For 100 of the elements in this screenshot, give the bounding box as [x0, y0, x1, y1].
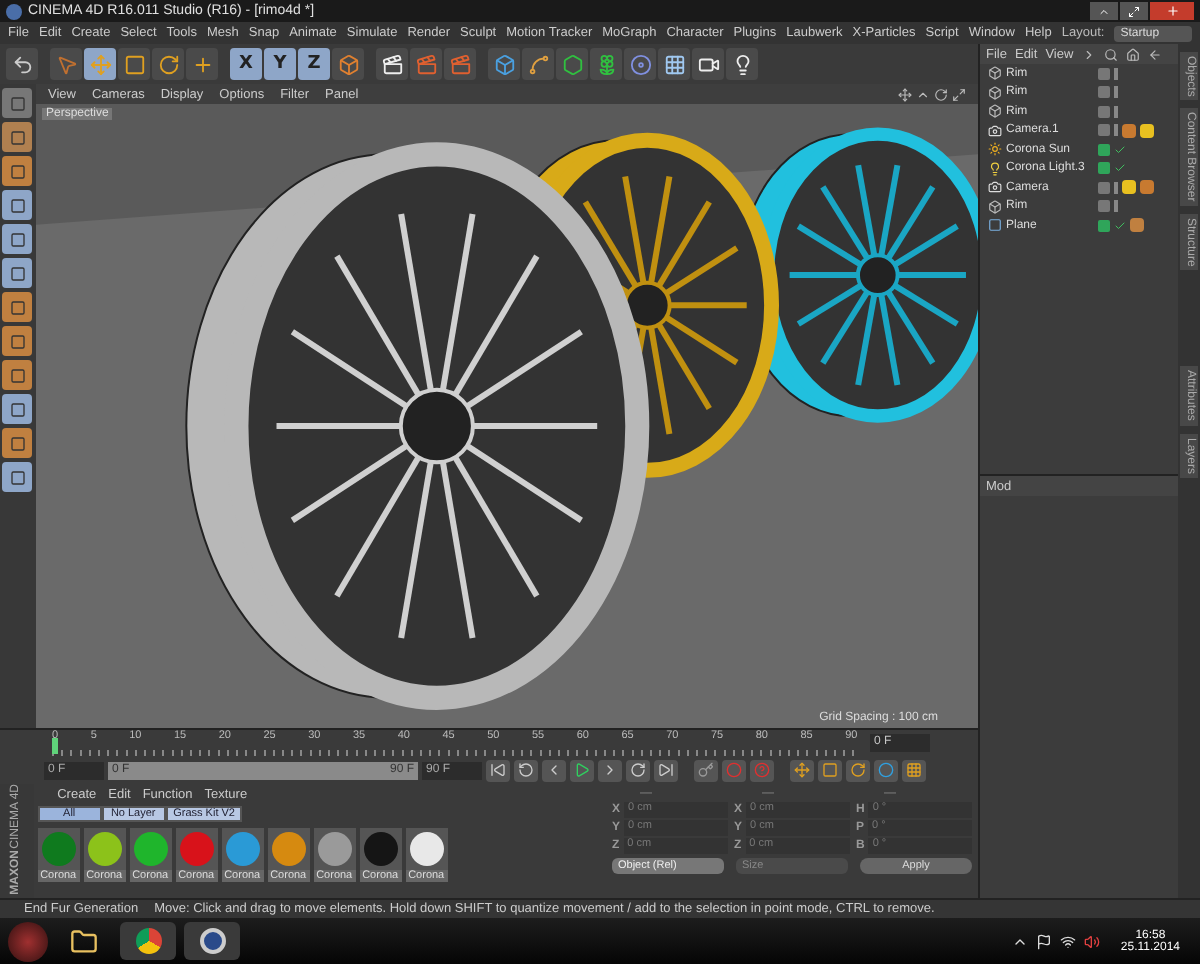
undo-button[interactable]: [6, 48, 38, 80]
play-button[interactable]: [570, 759, 594, 781]
object-type-icon: [988, 161, 1002, 176]
mode-button[interactable]: [2, 190, 32, 220]
mode-button[interactable]: [2, 462, 32, 492]
object-type-icon: [988, 123, 1002, 138]
mode-button[interactable]: [2, 156, 32, 186]
scale-key-button[interactable]: [818, 759, 842, 781]
maximize-icon: [952, 87, 966, 101]
search-icon: [1103, 47, 1118, 61]
zoom-icon: [916, 87, 930, 101]
mode-button[interactable]: [2, 326, 32, 356]
folder-icon: [70, 927, 98, 955]
scale-icon: [822, 762, 838, 778]
hexagon-icon: [561, 53, 583, 75]
go-to-start-button[interactable]: [486, 759, 510, 781]
mograph-button[interactable]: [590, 48, 622, 80]
render-view-button[interactable]: [376, 48, 408, 80]
mode-button[interactable]: [2, 360, 32, 390]
mode-button[interactable]: [2, 88, 32, 118]
tag-icon[interactable]: [1130, 218, 1144, 233]
mode-icon: [9, 95, 25, 111]
mode-button[interactable]: [2, 428, 32, 458]
previous-key-icon: [518, 762, 534, 778]
cinema-4d-taskbar-button[interactable]: [184, 922, 240, 960]
environment-button[interactable]: [658, 48, 690, 80]
mode-icon: [9, 265, 25, 281]
maximize-button[interactable]: [1120, 2, 1148, 20]
home-icon: [1125, 47, 1140, 61]
axis-lock-button[interactable]: X: [230, 48, 262, 80]
deformer-button[interactable]: [624, 48, 656, 80]
next-key-button[interactable]: [626, 759, 650, 781]
cursor-icon: [55, 53, 77, 75]
layer-checkbox[interactable]: [1098, 162, 1110, 175]
previous-frame-icon: [546, 762, 562, 778]
coordinate-system-button[interactable]: [332, 48, 364, 80]
start-button[interactable]: [8, 921, 48, 961]
object-type-icon: [988, 104, 1002, 119]
go-to-start-icon: [490, 762, 506, 778]
mode-button[interactable]: [2, 394, 32, 424]
undo-icon: [11, 53, 33, 75]
rotation-key-button[interactable]: [846, 759, 870, 781]
mode-button[interactable]: [2, 258, 32, 288]
add-tool-button[interactable]: [186, 48, 218, 80]
rotate-icon: [157, 53, 179, 75]
layer-checkbox[interactable]: [1098, 105, 1110, 118]
camera-icon: [697, 53, 719, 75]
record-button[interactable]: [694, 759, 718, 781]
layer-checkbox[interactable]: [1098, 67, 1110, 80]
mode-button[interactable]: [2, 224, 32, 254]
object-type-icon: [988, 199, 1002, 214]
play-icon: [574, 762, 590, 778]
position-key-button[interactable]: [790, 759, 814, 781]
flower-icon: [595, 53, 617, 75]
axis-icon: [337, 53, 359, 75]
cube-button[interactable]: [488, 48, 520, 80]
record-icon: [726, 762, 742, 778]
mode-button[interactable]: [2, 122, 32, 152]
spline-button[interactable]: [522, 48, 554, 80]
axis-lock-button[interactable]: Z: [298, 48, 330, 80]
go-to-end-icon: [658, 762, 674, 778]
close-icon: [1165, 4, 1179, 18]
layer-checkbox[interactable]: [1098, 124, 1110, 137]
layer-checkbox[interactable]: [1098, 86, 1110, 99]
plus-icon: [191, 53, 213, 75]
layer-checkbox[interactable]: [1098, 200, 1110, 213]
clapperboard-icon: [381, 53, 403, 75]
light-button[interactable]: [726, 48, 758, 80]
flag-icon: [1036, 933, 1053, 949]
autokey-button[interactable]: [722, 759, 746, 781]
layer-checkbox[interactable]: [1098, 219, 1110, 232]
key-icon: [698, 762, 714, 778]
mode-button[interactable]: [2, 292, 32, 322]
browser-taskbar-button[interactable]: [120, 922, 176, 960]
layer-checkbox[interactable]: [1098, 143, 1110, 156]
go-to-end-button[interactable]: [654, 759, 678, 781]
select-tool-button[interactable]: [50, 48, 82, 80]
app-logo-icon: [6, 3, 22, 19]
camera-button[interactable]: [692, 48, 724, 80]
mode-icon: [9, 435, 25, 451]
generator-button[interactable]: [556, 48, 588, 80]
object-type-icon: [988, 66, 1002, 81]
next-key-icon: [630, 762, 646, 778]
object-type-icon: [988, 180, 1002, 195]
grid-icon: [663, 53, 685, 75]
scale-tool-button[interactable]: [118, 48, 150, 80]
help-button[interactable]: [750, 759, 774, 781]
layer-checkbox[interactable]: [1098, 181, 1110, 194]
previous-key-button[interactable]: [514, 759, 538, 781]
render-settings-button[interactable]: [444, 48, 476, 80]
pan-icon: [898, 87, 912, 101]
previous-frame-button[interactable]: [542, 759, 566, 781]
point-key-button[interactable]: [874, 759, 898, 781]
check-icon: [1114, 219, 1126, 232]
axis-lock-button[interactable]: Y: [264, 48, 296, 80]
clapperboard-icon: [449, 53, 471, 75]
rotate-tool-button[interactable]: [152, 48, 184, 80]
grid-key-button[interactable]: [902, 759, 926, 781]
next-frame-button[interactable]: [598, 759, 622, 781]
more-icon: [1081, 47, 1096, 61]
